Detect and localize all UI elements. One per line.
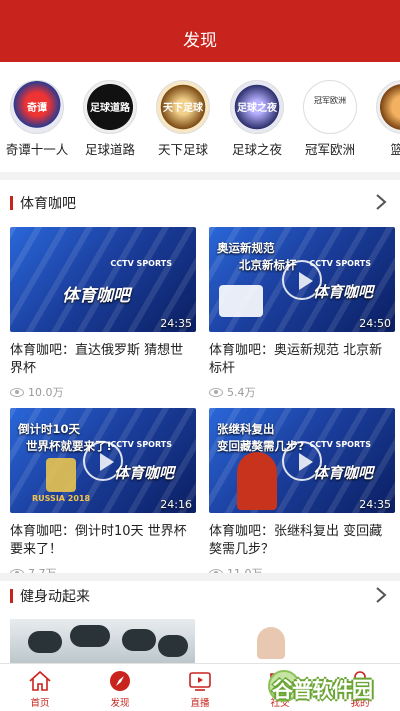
- tianxia-zuqiu-logo-icon: 天下足球: [156, 80, 210, 134]
- dumbbell-image: [158, 635, 188, 657]
- video-thumbnail[interactable]: [205, 619, 391, 667]
- show-brand-text: 体育咖吧: [62, 286, 130, 306]
- section-title: 健身动起来: [20, 589, 90, 605]
- channel-label: 篮球: [390, 142, 400, 157]
- trainer-photo: [257, 627, 285, 659]
- zuqiu-zhiye-logo-icon: 足球之夜: [230, 80, 284, 134]
- dumbbell-image: [28, 631, 62, 653]
- worldcup-trophy-icon: [46, 458, 76, 492]
- view-count: 10.0万: [10, 385, 196, 401]
- zuqiu-daolu-logo-icon: 足球道路: [83, 80, 137, 134]
- section-divider: [0, 172, 400, 180]
- thumb-overlay-line1: 张继科复出: [217, 422, 275, 436]
- video-duration: 24:16: [160, 498, 192, 511]
- chevron-right-icon[interactable]: [374, 192, 388, 212]
- tab-label: 首页: [30, 698, 50, 709]
- view-count: 5.4万: [209, 385, 395, 401]
- section-header-tiyu-kaba[interactable]: 体育咖吧: [0, 188, 400, 218]
- thumb-overlay-line1: 奥运新规范: [217, 241, 275, 255]
- channel-label: 天下足球: [157, 142, 208, 157]
- section-accent-bar: [10, 589, 13, 603]
- section-accent-bar: [10, 196, 13, 210]
- channel-label: 奇谭十一人: [5, 142, 69, 157]
- show-brand-text: 体育咖吧: [313, 464, 374, 482]
- channel-label: 冠军欧洲: [304, 142, 355, 157]
- cctv-sports-logo: CCTV SPORTS: [309, 440, 371, 449]
- channel-row[interactable]: 奇谭 奇谭十一人 足球道路 足球道路 天下足球 天下足球 足球之夜 足球之夜 冠…: [0, 80, 400, 160]
- tab-live[interactable]: 直播: [160, 664, 240, 711]
- video-title[interactable]: 体育咖吧：奥运新规范 北京新标杆: [209, 342, 395, 378]
- video-thumbnail[interactable]: CCTV SPORTS 体育咖吧 24:35: [10, 227, 196, 332]
- tab-home[interactable]: 首页: [0, 664, 80, 711]
- tab-label: 发现: [110, 698, 130, 709]
- video-card[interactable]: 张继科复出 变回藏獒需几步? CCTV SPORTS 体育咖吧 24:35 体育…: [209, 408, 395, 582]
- page-title: 发现: [183, 31, 217, 51]
- watermark-text: 谷普软件园: [272, 678, 373, 702]
- tab-discover[interactable]: 发现: [80, 664, 160, 711]
- channel-item-guanjun-ouzhou[interactable]: 冠军欧洲 冠军欧洲: [293, 80, 367, 158]
- video-title[interactable]: 体育咖吧：倒计时10天 世界杯要来了！: [10, 523, 196, 559]
- channel-item-tianxia-zuqiu[interactable]: 天下足球 天下足球: [146, 80, 220, 158]
- watermark: 谷普软件园: [268, 668, 394, 706]
- eye-icon: [10, 388, 24, 397]
- worldcup-label: RUSSIA 2018: [32, 494, 91, 503]
- qitan-logo-icon: 奇谭: [10, 80, 64, 134]
- champions-league-logo-icon: 冠军欧洲: [303, 80, 357, 134]
- video-card[interactable]: CCTV SPORTS 体育咖吧 24:35 体育咖吧：直达俄罗斯 猜想世界杯 …: [10, 227, 196, 401]
- video-thumbnail[interactable]: [10, 619, 195, 667]
- olympic-emblem-icon: [219, 285, 263, 317]
- video-title[interactable]: 体育咖吧：直达俄罗斯 猜想世界杯: [10, 342, 196, 378]
- video-card[interactable]: 倒计时10天 世界杯就要来了! RUSSIA 2018 CCTV SPORTS …: [10, 408, 196, 582]
- video-thumbnail[interactable]: 倒计时10天 世界杯就要来了! RUSSIA 2018 CCTV SPORTS …: [10, 408, 196, 513]
- channel-item-zuqiu-zhiye[interactable]: 足球之夜 足球之夜: [220, 80, 294, 158]
- home-icon: [29, 670, 51, 691]
- video-title[interactable]: 体育咖吧：张继科复出 变回藏獒需几步？: [209, 523, 395, 559]
- cctv-sports-logo: CCTV SPORTS: [110, 259, 172, 268]
- channel-item-qitan[interactable]: 奇谭 奇谭十一人: [0, 80, 74, 158]
- channel-item-lanqiu[interactable]: 篮球: [366, 80, 400, 158]
- dumbbell-image: [70, 625, 110, 647]
- thumb-overlay-line1: 倒计时10天: [18, 422, 81, 436]
- athlete-photo: [237, 452, 277, 510]
- video-duration: 24:50: [359, 317, 391, 330]
- video-thumbnail[interactable]: 奥运新规范 北京新标杆 CCTV SPORTS 体育咖吧 24:50: [209, 227, 395, 332]
- dumbbell-image: [122, 629, 156, 651]
- eye-icon: [209, 388, 223, 397]
- compass-icon: [110, 671, 130, 691]
- channel-item-zuqiu-daolu[interactable]: 足球道路 足球道路: [73, 80, 147, 158]
- tv-icon: [189, 672, 211, 691]
- show-brand-text: 体育咖吧: [313, 283, 374, 301]
- video-card[interactable]: 奥运新规范 北京新标杆 CCTV SPORTS 体育咖吧 24:50 体育咖吧：…: [209, 227, 395, 401]
- section-divider: [0, 573, 400, 581]
- channel-label: 足球道路: [84, 142, 135, 157]
- video-duration: 24:35: [160, 317, 192, 330]
- chevron-right-icon[interactable]: [374, 585, 388, 605]
- video-thumbnail[interactable]: 张继科复出 变回藏獒需几步? CCTV SPORTS 体育咖吧 24:35: [209, 408, 395, 513]
- top-bar: 发现: [0, 0, 400, 62]
- cctv-sports-logo: CCTV SPORTS: [309, 259, 371, 268]
- cctv-sports-logo: CCTV SPORTS: [110, 440, 172, 449]
- tab-label: 直播: [190, 698, 210, 709]
- show-brand-text: 体育咖吧: [114, 464, 175, 482]
- video-duration: 24:35: [359, 498, 391, 511]
- section-title: 体育咖吧: [20, 196, 76, 212]
- channel-label: 足球之夜: [231, 142, 282, 157]
- section-header-jianshen[interactable]: 健身动起来: [0, 581, 400, 611]
- basketball-logo-icon: [376, 80, 400, 134]
